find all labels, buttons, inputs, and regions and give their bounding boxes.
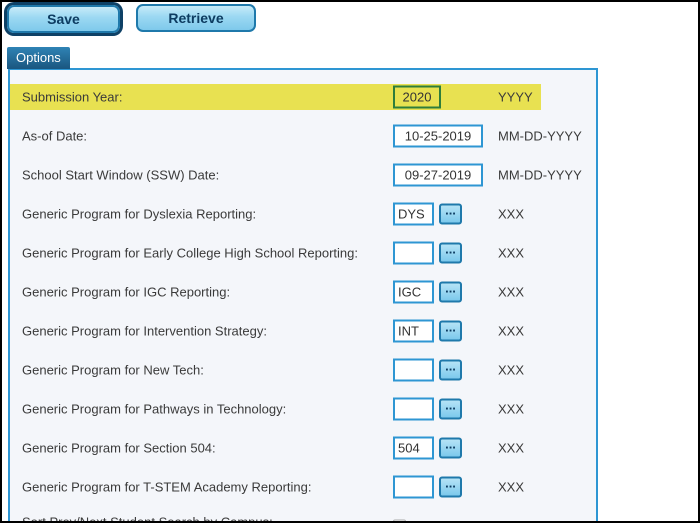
form-row: School Start Window (SSW) Date: ... MM-D…: [10, 162, 541, 188]
field-label: Generic Program for Dyslexia Reporting:: [22, 207, 256, 222]
field-group: ...: [393, 398, 462, 421]
field-group: ...: [393, 164, 483, 187]
field-input[interactable]: [393, 203, 434, 226]
field-input[interactable]: [393, 398, 434, 421]
field-label: Generic Program for Intervention Strateg…: [22, 324, 267, 339]
field-format-hint: XXX: [498, 285, 524, 300]
field-group: ...: [393, 476, 462, 499]
form-row: Generic Program for Intervention Strateg…: [10, 318, 541, 344]
field-label: Generic Program for IGC Reporting:: [22, 285, 230, 300]
field-label: Generic Program for Pathways in Technolo…: [22, 402, 286, 417]
ellipsis-lookup-button[interactable]: ...: [439, 477, 462, 498]
field-format-hint: XXX: [498, 207, 524, 222]
ellipsis-lookup-button[interactable]: ...: [439, 204, 462, 225]
field-label: Submission Year:: [22, 90, 122, 105]
field-input[interactable]: [393, 359, 434, 382]
ellipsis-lookup-button[interactable]: ...: [439, 438, 462, 459]
ellipsis-lookup-button[interactable]: ...: [439, 321, 462, 342]
field-input[interactable]: [393, 476, 434, 499]
field-label: Sort Prev/Next Student Search by Campus:: [22, 515, 273, 522]
field-label: Generic Program for Early College High S…: [22, 246, 358, 261]
field-format-hint: XXX: [498, 363, 524, 378]
field-format-hint: XXX: [498, 246, 524, 261]
field-format-hint: XXX: [498, 402, 524, 417]
options-rows: Submission Year: ... YYYY As-of Date: ..…: [10, 84, 596, 521]
retrieve-button[interactable]: Retrieve: [136, 4, 256, 32]
form-row: Generic Program for Early College High S…: [10, 240, 541, 266]
form-row: Sort Prev/Next Student Search by Campus:…: [10, 509, 541, 521]
campus-sort-checkbox[interactable]: [393, 520, 406, 522]
field-group: ...: [393, 203, 462, 226]
field-format-hint: XXX: [498, 324, 524, 339]
ellipsis-lookup-button[interactable]: ...: [439, 282, 462, 303]
field-input[interactable]: [393, 437, 434, 460]
field-format-hint: YYYY: [498, 90, 533, 105]
options-page: Save Retrieve Options Submission Year: .…: [0, 0, 700, 523]
field-input[interactable]: [393, 242, 434, 265]
tab-options[interactable]: Options: [7, 47, 70, 69]
form-row: Submission Year: ... YYYY: [10, 84, 541, 110]
field-group: ...: [393, 320, 462, 343]
field-label: School Start Window (SSW) Date:: [22, 168, 219, 183]
form-row: Generic Program for Dyslexia Reporting: …: [10, 201, 541, 227]
form-row: Generic Program for Section 504: ... XXX: [10, 435, 541, 461]
form-row: Generic Program for Pathways in Technolo…: [10, 396, 541, 422]
field-group: ...: [393, 125, 483, 148]
field-input[interactable]: [393, 125, 483, 148]
form-row: Generic Program for IGC Reporting: ... X…: [10, 279, 541, 305]
field-label: Generic Program for Section 504:: [22, 441, 216, 456]
ellipsis-lookup-button[interactable]: ...: [439, 360, 462, 381]
field-input[interactable]: [393, 320, 434, 343]
form-row: Generic Program for New Tech: ... XXX: [10, 357, 541, 383]
field-format-hint: MM-DD-YYYY: [498, 168, 582, 183]
field-format-hint: XXX: [498, 441, 524, 456]
field-format-hint: MM-DD-YYYY: [498, 129, 582, 144]
field-group: ...: [393, 359, 462, 382]
field-group: ...: [393, 437, 462, 460]
form-row: As-of Date: ... MM-DD-YYYY: [10, 123, 541, 149]
save-button[interactable]: Save: [7, 5, 120, 33]
field-label: As-of Date:: [22, 129, 87, 144]
field-input[interactable]: [393, 86, 441, 109]
form-row: Generic Program for T-STEM Academy Repor…: [10, 474, 541, 500]
ellipsis-lookup-button[interactable]: ...: [439, 243, 462, 264]
field-group: ...: [393, 516, 406, 522]
field-group: ...: [393, 281, 462, 304]
field-input[interactable]: [393, 164, 483, 187]
field-label: Generic Program for New Tech:: [22, 363, 204, 378]
ellipsis-lookup-button[interactable]: ...: [439, 399, 462, 420]
options-panel: Submission Year: ... YYYY As-of Date: ..…: [8, 68, 598, 521]
field-label: Generic Program for T-STEM Academy Repor…: [22, 480, 311, 495]
field-format-hint: XXX: [498, 480, 524, 495]
field-group: ...: [393, 86, 441, 109]
field-group: ...: [393, 242, 462, 265]
field-input[interactable]: [393, 281, 434, 304]
